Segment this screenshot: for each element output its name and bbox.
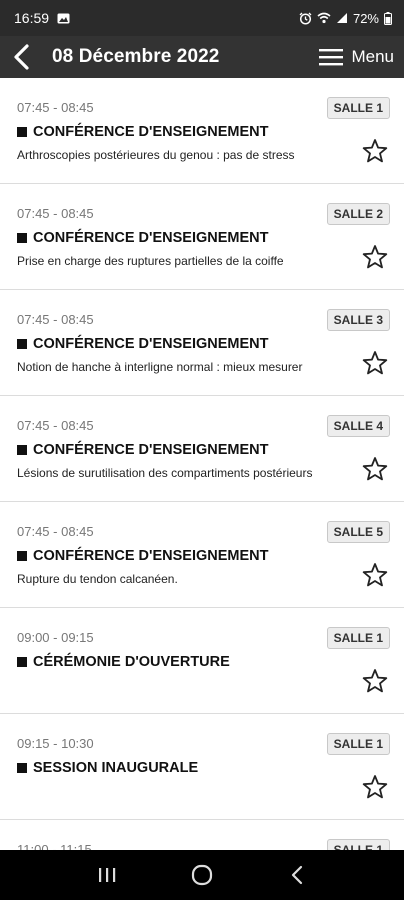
session-time: 07:45 - 08:45	[17, 100, 94, 115]
session-type: CÉRÉMONIE D'OUVERTURE	[17, 654, 230, 670]
session-type: SESSION INAUGURALE	[17, 760, 198, 776]
favorite-star-icon[interactable]	[362, 456, 388, 482]
room-badge: SALLE 1	[326, 839, 390, 850]
square-bullet-icon	[17, 233, 27, 243]
status-bar: 16:59 72%	[0, 0, 404, 36]
wifi-icon	[317, 12, 331, 24]
room-badge: SALLE 1	[326, 627, 390, 649]
square-bullet-icon	[17, 657, 27, 667]
favorite-star-icon[interactable]	[362, 350, 388, 376]
chevron-left-icon	[291, 865, 302, 885]
session-item[interactable]: 07:45 - 08:45 SALLE 3 CONFÉRENCE D'ENSEI…	[0, 290, 404, 396]
session-time: 11:00 - 11:15	[17, 842, 92, 850]
favorite-star-icon[interactable]	[362, 138, 388, 164]
square-bullet-icon	[17, 339, 27, 349]
square-bullet-icon	[17, 551, 27, 561]
system-nav-bar	[0, 850, 404, 900]
session-type: CONFÉRENCE D'ENSEIGNEMENT	[17, 336, 268, 352]
room-badge: SALLE 2	[326, 203, 390, 225]
menu-button[interactable]: Menu	[319, 47, 404, 67]
favorite-star-icon[interactable]	[362, 668, 388, 694]
session-description: Lésions de surutilisation des compartime…	[17, 466, 313, 480]
page-title: 08 Décembre 2022	[52, 46, 220, 67]
recent-apps-button[interactable]	[87, 855, 127, 895]
hamburger-icon	[319, 49, 344, 66]
session-time: 07:45 - 08:45	[17, 312, 94, 327]
session-time: 07:45 - 08:45	[17, 206, 94, 221]
room-badge: SALLE 1	[326, 97, 390, 119]
session-item[interactable]: 07:45 - 08:45 SALLE 1 CONFÉRENCE D'ENSEI…	[0, 78, 404, 184]
session-item[interactable]: 07:45 - 08:45 SALLE 5 CONFÉRENCE D'ENSEI…	[0, 502, 404, 608]
session-description: Arthroscopies postérieures du genou : pa…	[17, 148, 295, 162]
session-type-label: CONFÉRENCE D'ENSEIGNEMENT	[33, 442, 269, 458]
signal-icon	[336, 12, 348, 24]
favorite-star-icon[interactable]	[362, 562, 388, 588]
favorite-star-icon[interactable]	[362, 244, 388, 270]
session-item[interactable]: 09:00 - 09:15 SALLE 1 CÉRÉMONIE D'OUVERT…	[0, 608, 404, 714]
session-type: CONFÉRENCE D'ENSEIGNEMENT	[17, 548, 268, 564]
room-badge: SALLE 3	[326, 309, 390, 331]
menu-label: Menu	[351, 47, 394, 66]
app-bar: 08 Décembre 2022 Menu	[0, 36, 404, 78]
alarm-icon	[299, 12, 312, 25]
session-item[interactable]: 09:15 - 10:30 SALLE 1 SESSION INAUGURALE	[0, 714, 404, 820]
session-description: Notion de hanche à interligne normal : m…	[17, 360, 303, 374]
session-type-label: SESSION INAUGURALE	[33, 760, 199, 776]
session-type: CONFÉRENCE D'ENSEIGNEMENT	[17, 124, 268, 140]
session-time: 07:45 - 08:45	[17, 524, 94, 539]
square-bullet-icon	[17, 445, 27, 455]
session-type-label: CONFÉRENCE D'ENSEIGNEMENT	[33, 548, 269, 564]
recent-apps-icon	[99, 868, 116, 882]
session-time: 09:00 - 09:15	[17, 630, 94, 645]
battery-level: 72%	[352, 10, 379, 26]
session-type: CONFÉRENCE D'ENSEIGNEMENT	[17, 230, 268, 246]
back-arrow-icon	[14, 44, 29, 70]
status-time: 16:59	[14, 10, 50, 26]
session-time: 07:45 - 08:45	[17, 418, 94, 433]
session-item[interactable]: 07:45 - 08:45 SALLE 4 CONFÉRENCE D'ENSEI…	[0, 396, 404, 502]
room-badge: SALLE 5	[326, 521, 390, 543]
room-badge: SALLE 4	[326, 415, 390, 437]
home-icon	[191, 864, 213, 886]
session-list[interactable]: 07:45 - 08:45 SALLE 1 CONFÉRENCE D'ENSEI…	[0, 78, 404, 850]
room-badge: SALLE 1	[326, 733, 390, 755]
square-bullet-icon	[17, 127, 27, 137]
battery-icon	[384, 11, 392, 25]
session-description: Prise en charge des ruptures partielles …	[17, 254, 284, 268]
session-time: 09:15 - 10:30	[17, 736, 94, 751]
session-type-label: CONFÉRENCE D'ENSEIGNEMENT	[33, 336, 269, 352]
back-button[interactable]	[0, 36, 44, 78]
home-button[interactable]	[182, 855, 222, 895]
session-type-label: CONFÉRENCE D'ENSEIGNEMENT	[33, 124, 269, 140]
square-bullet-icon	[17, 763, 27, 773]
session-type-label: CÉRÉMONIE D'OUVERTURE	[33, 654, 230, 670]
session-item[interactable]: 11:00 - 11:15 SALLE 1	[0, 820, 404, 850]
session-item[interactable]: 07:45 - 08:45 SALLE 2 CONFÉRENCE D'ENSEI…	[0, 184, 404, 290]
session-type: CONFÉRENCE D'ENSEIGNEMENT	[17, 442, 268, 458]
session-type-label: CONFÉRENCE D'ENSEIGNEMENT	[33, 230, 269, 246]
favorite-star-icon[interactable]	[362, 774, 388, 800]
image-icon	[57, 13, 70, 24]
system-back-button[interactable]	[277, 855, 317, 895]
session-description: Rupture du tendon calcanéen.	[17, 572, 178, 586]
